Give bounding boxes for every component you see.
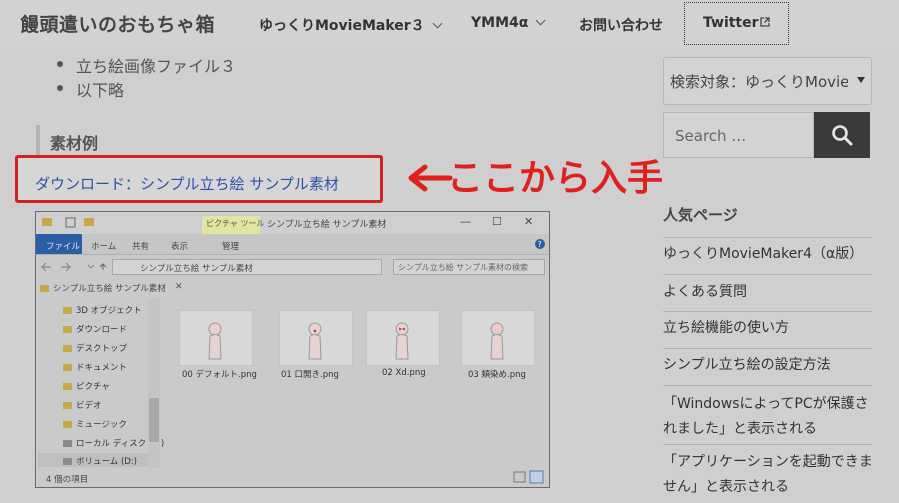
chevron-down-icon	[432, 18, 443, 29]
folder-icon	[63, 421, 72, 428]
file-name: 03 頬染め.png	[468, 370, 526, 380]
explorer-search-placeholder: シンプル立ち絵 サンプル素材の検索	[398, 263, 529, 272]
search-button[interactable]	[814, 112, 870, 158]
ribbon-tab: 管理	[222, 242, 240, 252]
popular-link[interactable]: 「アプリケーションを起動できません」と表示される	[663, 450, 873, 500]
list-item: 以下略	[57, 77, 124, 101]
drive-icon	[63, 458, 72, 465]
popular-link[interactable]: シンプル立ち絵の設定方法	[663, 353, 873, 378]
folder-icon	[63, 326, 72, 333]
tree-item-label: デスクトップ	[76, 344, 128, 354]
popular-link[interactable]: 立ち絵機能の使い方	[663, 316, 873, 341]
character-figure-icon	[490, 322, 504, 360]
close-icon: ✕	[524, 215, 534, 228]
drive-icon	[63, 440, 72, 447]
tree-item-label: ダウンロード	[76, 325, 128, 335]
popular-link[interactable]: 「WindowsによってPCが保護されました」と表示される	[663, 392, 873, 442]
tree-item-label: ピクチャ	[76, 382, 110, 392]
folder-icon	[40, 285, 49, 292]
download-link[interactable]: ダウンロード：シンプル立ち絵 サンプル素材	[35, 173, 339, 194]
tree-item: ドキュメント	[63, 361, 127, 373]
tree-item: ボリューム (D:)	[63, 455, 137, 467]
file-name: 02 Xd.png	[382, 368, 426, 378]
explorer-screenshot: ピクチャ ツール シンプル立ち絵 サンプル素材 — ☐ ✕ ファイル ホーム 共…	[35, 211, 550, 488]
nav-label: ゆっくりMovieMaker３	[259, 18, 425, 34]
tree-item: 3D オブジェクト	[63, 304, 142, 316]
tree-item-label: ビデオ	[76, 401, 102, 411]
external-link-icon	[760, 17, 770, 27]
explorer-window-title: シンプル立ち絵 サンプル素材	[267, 220, 387, 230]
tree-item: ピクチャ	[63, 380, 110, 392]
divider	[663, 385, 872, 386]
search-icon	[832, 125, 853, 146]
picture-tools-label: ピクチャ ツール	[206, 219, 265, 228]
select-arrow-icon	[857, 77, 865, 83]
nav-label: YMM4α	[471, 15, 529, 31]
divider	[663, 237, 872, 238]
ribbon-tab: 共有	[132, 242, 150, 252]
tree-item-label: ドキュメント	[76, 363, 128, 373]
nav-item-ymm3[interactable]: ゆっくりMovieMaker３	[259, 15, 443, 35]
folder-icon	[63, 383, 72, 390]
character-figure-icon	[308, 322, 322, 360]
view-toggle-icons	[513, 470, 544, 484]
divider	[663, 444, 872, 445]
tree-item-label: ミュージック	[76, 420, 127, 430]
folder-icon	[63, 364, 72, 371]
ribbon-tab: 表示	[171, 242, 189, 252]
explorer-nav-tab: シンプル立ち絵 サンプル素材	[40, 282, 166, 294]
explorer-nav-tab-label: シンプル立ち絵 サンプル素材	[53, 284, 166, 294]
character-figure-icon	[395, 322, 409, 360]
popular-link[interactable]: ゆっくりMovieMaker4（α版）	[663, 242, 873, 267]
nav-label-twitter[interactable]: Twitter	[703, 15, 759, 31]
list-item-text: 立ち絵画像ファイル３	[76, 57, 237, 76]
quick-access-icons	[42, 217, 94, 228]
folder-icon	[63, 402, 72, 409]
chevron-down-icon	[535, 15, 546, 26]
list-item-text: 以下略	[76, 81, 125, 100]
nav-item-ymm4[interactable]: YMM4α	[471, 15, 546, 31]
nav-tab-close-icon: ✕	[175, 282, 183, 292]
tree-scrollbar	[148, 298, 160, 468]
svg-text:?: ?	[538, 240, 542, 249]
annotation-text: ここから入手	[447, 158, 663, 199]
tree-item-label: ボリューム (D:)	[76, 457, 137, 467]
heading-accent	[36, 125, 40, 155]
popular-pages-title: 人気ページ	[663, 206, 738, 224]
help-icon: ?	[535, 239, 545, 249]
tree-item: ミュージック	[63, 418, 127, 430]
section-heading: 素材例	[50, 134, 99, 153]
explorer-status: 4 個の項目	[46, 475, 89, 485]
nav-item-contact[interactable]: お問い合わせ	[579, 15, 663, 35]
search-target-value: 検索対象：ゆっくりMovieMaker	[670, 73, 848, 91]
divider	[663, 274, 872, 275]
file-name: 00 デフォルト.png	[182, 370, 257, 380]
hand-drawn-annotation: ここから入手	[408, 158, 663, 199]
address-text: シンプル立ち絵 サンプル素材	[140, 264, 253, 274]
minimize-icon: —	[460, 215, 471, 228]
search-placeholder: Search …	[675, 127, 747, 145]
character-figure-icon	[208, 322, 222, 360]
ribbon-tab: ホーム	[91, 242, 117, 252]
divider	[663, 311, 872, 312]
folder-icon	[63, 307, 72, 314]
folder-icon	[63, 345, 72, 352]
tree-item: デスクトップ	[63, 342, 127, 354]
file-name: 01 口開き.png	[281, 370, 339, 380]
divider	[663, 348, 872, 349]
nav-arrows-icon	[41, 262, 107, 272]
tree-item: ダウンロード	[63, 323, 127, 335]
ribbon-tab: ファイル	[46, 242, 81, 252]
popular-link[interactable]: よくある質問	[663, 280, 873, 305]
tree-item-label: 3D オブジェクト	[76, 306, 142, 316]
tree-item: ビデオ	[63, 399, 102, 411]
maximize-icon: ☐	[492, 215, 502, 228]
list-item: 立ち絵画像ファイル３	[57, 53, 236, 77]
site-title[interactable]: 饅頭遣いのおもちゃ箱	[20, 10, 215, 37]
tree-scrollbar-thumb	[149, 398, 159, 442]
